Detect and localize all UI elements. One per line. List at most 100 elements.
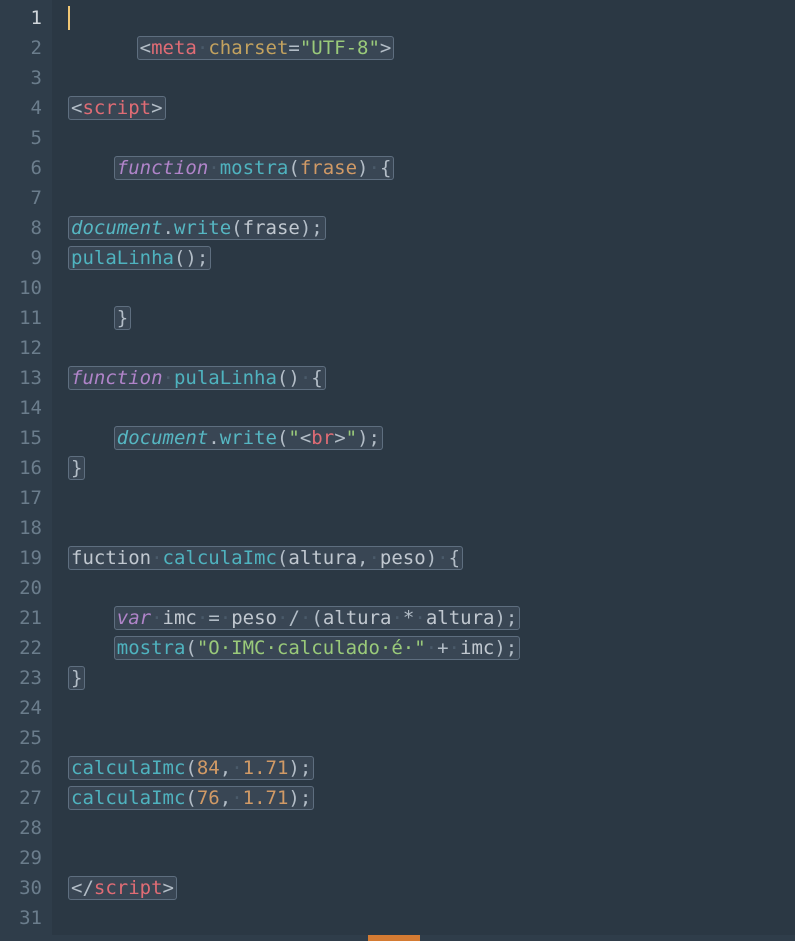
whitespace-dot: · xyxy=(231,787,242,809)
code-line[interactable]: document.write(frase); xyxy=(70,213,795,243)
whitespace-dot: · xyxy=(163,367,174,389)
code-line[interactable]: var·imc·=·peso·/·(altura·*·altura); xyxy=(70,603,795,633)
code-line[interactable]: calculaImc(84,·1.71); xyxy=(70,753,795,783)
line-number: 14 xyxy=(10,393,42,423)
code-line[interactable] xyxy=(70,513,795,543)
comma: , xyxy=(357,547,368,569)
line-number: 2 xyxy=(10,33,42,63)
comma: , xyxy=(220,787,231,809)
line-number: 25 xyxy=(10,723,42,753)
code-line[interactable] xyxy=(70,123,795,153)
number: 1.71 xyxy=(243,787,289,809)
bracket-open: < xyxy=(71,97,82,119)
horizontal-scrollbar[interactable] xyxy=(0,935,795,941)
line-number: 29 xyxy=(10,843,42,873)
semicolon: ; xyxy=(506,637,517,659)
code-line[interactable]: mostra("O·IMC·calculado·é·"·+·imc); xyxy=(70,633,795,663)
code-line[interactable]: function·mostra(frase)·{ xyxy=(70,153,795,183)
paren-open: ( xyxy=(277,547,288,569)
code-line[interactable]: function·pulaLinha()·{ xyxy=(70,363,795,393)
keyword-var: var xyxy=(117,607,151,629)
code-line[interactable]: fuction·calculaImc(altura,·peso)·{ xyxy=(70,543,795,573)
code-line[interactable] xyxy=(70,843,795,873)
dot: . xyxy=(163,217,174,239)
fn-mostra: mostra xyxy=(220,157,289,179)
code-editor[interactable]: 1 2 3 4 5 6 7 8 9 10 11 12 13 14 15 16 1… xyxy=(0,0,795,941)
code-line[interactable] xyxy=(70,183,795,213)
code-line[interactable]: document.write("<br>"); xyxy=(70,423,795,453)
brace-close: } xyxy=(71,457,82,479)
paren-open: ( xyxy=(311,607,322,629)
paren-open: ( xyxy=(174,247,185,269)
semicolon: ; xyxy=(300,757,311,779)
semicolon: ; xyxy=(300,787,311,809)
code-line[interactable] xyxy=(70,693,795,723)
line-number: 3 xyxy=(10,63,42,93)
code-line[interactable] xyxy=(70,333,795,363)
line-number-gutter: 1 2 3 4 5 6 7 8 9 10 11 12 13 14 15 16 1… xyxy=(0,0,52,941)
code-line[interactable]: <script> xyxy=(70,93,795,123)
semicolon: ; xyxy=(369,427,380,449)
keyword-function: function xyxy=(117,157,209,179)
whitespace-dot: · xyxy=(300,367,311,389)
paren-close: ) xyxy=(288,787,299,809)
whitespace-dot: · xyxy=(437,547,448,569)
brace-close: } xyxy=(117,307,128,329)
tag-script: script xyxy=(82,97,151,119)
var-imc: imc xyxy=(460,637,494,659)
code-area[interactable]: <meta·charset="UTF-8"> <script> function… xyxy=(52,0,795,941)
line-number: 13 xyxy=(10,363,42,393)
scrollbar-thumb[interactable] xyxy=(368,935,420,941)
whitespace-dot: · xyxy=(414,607,425,629)
code-line[interactable] xyxy=(70,903,795,933)
code-line[interactable] xyxy=(70,33,795,63)
line-number: 19 xyxy=(10,543,42,573)
paren-close: ) xyxy=(185,247,196,269)
bracket-close: > xyxy=(334,427,345,449)
code-line[interactable]: calculaImc(76,·1.71); xyxy=(70,783,795,813)
line-number: 11 xyxy=(10,303,42,333)
line-number: 5 xyxy=(10,123,42,153)
text-cursor xyxy=(68,6,70,30)
arg-frase: frase xyxy=(243,217,300,239)
text-fuction: fuction xyxy=(71,547,151,569)
code-line[interactable] xyxy=(70,483,795,513)
brace-open: { xyxy=(311,367,322,389)
semicolon: ; xyxy=(197,247,208,269)
code-line[interactable] xyxy=(70,63,795,93)
line-number: 27 xyxy=(10,783,42,813)
code-line[interactable]: <meta·charset="UTF-8"> xyxy=(70,3,795,33)
whitespace-dot: · xyxy=(368,157,379,179)
code-line[interactable]: } xyxy=(70,663,795,693)
paren-close: ) xyxy=(357,427,368,449)
code-line[interactable]: } xyxy=(70,453,795,483)
tag-script: script xyxy=(94,877,163,899)
code-line[interactable]: pulaLinha(); xyxy=(70,243,795,273)
code-line[interactable] xyxy=(70,273,795,303)
code-line[interactable] xyxy=(70,393,795,423)
whitespace-dot: · xyxy=(220,607,231,629)
line-number: 12 xyxy=(10,333,42,363)
slash: / xyxy=(288,607,299,629)
obj-document: document xyxy=(117,427,209,449)
code-line[interactable] xyxy=(70,723,795,753)
tag-br: br xyxy=(311,427,334,449)
param-peso: peso xyxy=(380,547,426,569)
code-line[interactable]: </script> xyxy=(70,873,795,903)
paren-open: ( xyxy=(288,157,299,179)
line-number: 4 xyxy=(10,93,42,123)
whitespace-dot: · xyxy=(449,637,460,659)
bracket-open: < xyxy=(300,427,311,449)
line-number: 17 xyxy=(10,483,42,513)
comma: , xyxy=(220,757,231,779)
code-line[interactable] xyxy=(70,573,795,603)
line-number: 24 xyxy=(10,693,42,723)
code-line[interactable] xyxy=(70,813,795,843)
obj-document: document xyxy=(71,217,163,239)
call-mostra: mostra xyxy=(117,637,186,659)
keyword-function: function xyxy=(71,367,163,389)
number: 76 xyxy=(197,787,220,809)
code-line[interactable]: } xyxy=(70,303,795,333)
param-frase: frase xyxy=(300,157,357,179)
bracket-close: > xyxy=(163,877,174,899)
